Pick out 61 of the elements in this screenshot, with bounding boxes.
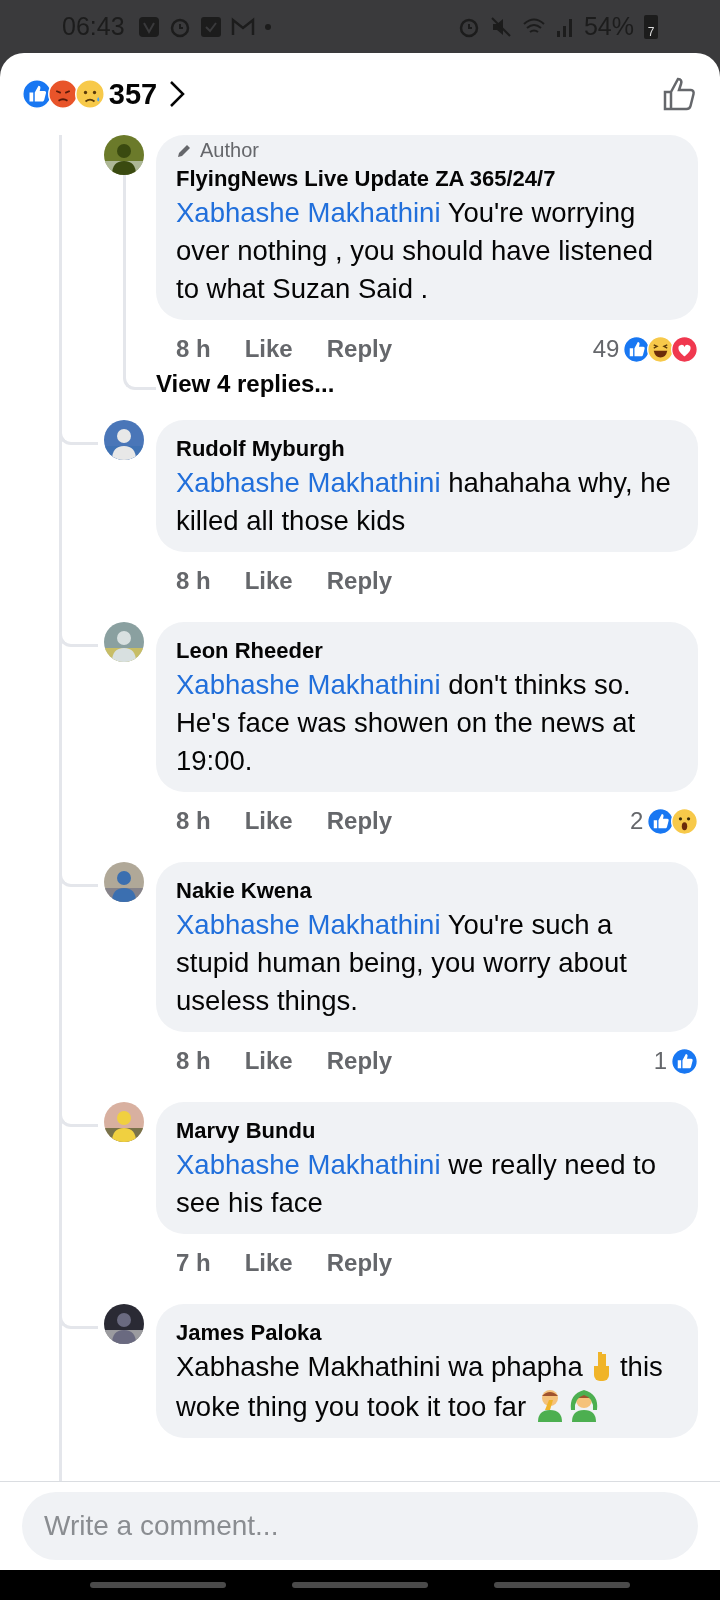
mention-link[interactable]: Xabhashe Makhathini: [176, 197, 441, 228]
author-label: Author: [200, 139, 259, 162]
like-icon: [22, 79, 52, 109]
mute-icon: [489, 15, 512, 38]
angry-icon: [48, 79, 79, 109]
wow-icon: [671, 807, 698, 835]
comment-text: Xabhashe Makhathini You're such a stupid human being, you worry about useless things.: [176, 908, 628, 1018]
comment-time: 8 h: [176, 335, 211, 363]
reaction-total[interactable]: 357: [108, 77, 158, 111]
comment-text: Xabhashe Makhathini wa phapha this woke thing you took it too far: [176, 1349, 664, 1424]
like-icon: [671, 1047, 698, 1075]
nav-pill[interactable]: [292, 1582, 428, 1588]
thumbs-up-icon[interactable]: [662, 76, 698, 112]
comment-field[interactable]: Write a comment...: [22, 1492, 698, 1560]
commenter-name[interactable]: Leon Rheeder: [176, 636, 678, 666]
pencil-icon: [176, 142, 192, 159]
battery-icon: 7: [644, 14, 658, 39]
view-replies-link[interactable]: View 4 replies...: [156, 370, 698, 398]
mail-icon: [230, 16, 255, 37]
comment-time: 8 h: [176, 1047, 211, 1075]
like-link[interactable]: Like: [244, 335, 293, 363]
reaction-count: 2: [629, 807, 644, 835]
reply-link[interactable]: Reply: [326, 1047, 393, 1075]
like-icon: [623, 335, 651, 363]
reply-link[interactable]: Reply: [326, 1249, 393, 1277]
comment-time: 8 h: [176, 807, 211, 835]
comment-time: 8 h: [176, 567, 211, 595]
mention-link[interactable]: Xabhashe Makhathini: [176, 909, 441, 940]
like-link[interactable]: Like: [244, 1047, 293, 1075]
reply-link[interactable]: Reply: [326, 567, 393, 595]
nav-pill[interactable]: [494, 1582, 630, 1588]
comment-text: Xabhashe Makhathini we really need to see his face: [176, 1148, 658, 1220]
mention-link[interactable]: Xabhashe Makhathini: [176, 467, 441, 498]
app-icon: [138, 16, 159, 37]
like-link[interactable]: Like: [244, 807, 293, 835]
dot-icon: [264, 23, 271, 30]
chevron-right-icon[interactable]: [169, 80, 186, 108]
mention-link[interactable]: Xabhashe Makhathini: [176, 669, 441, 700]
like-icon: [647, 807, 675, 835]
love-icon: [671, 335, 698, 363]
reply-link[interactable]: Reply: [326, 335, 393, 363]
comment-text: Xabhashe Makhathini hahahaha why, he killed all those kids: [176, 466, 672, 538]
commenter-name[interactable]: FlyingNews Live Update ZA 365/24/7: [176, 164, 678, 194]
haha-icon: [647, 335, 675, 363]
reply-link[interactable]: Reply: [326, 807, 393, 835]
signal-icon: [555, 16, 574, 37]
like-link[interactable]: Like: [244, 1249, 293, 1277]
mention-link[interactable]: Xabhashe Makhathini: [176, 1149, 441, 1180]
reaction-count: 1: [653, 1047, 667, 1075]
sad-icon: [74, 79, 105, 109]
comment-text: Xabhashe Makhathini don't thinks so. He's face was showen on the news at 19:00.: [176, 668, 637, 778]
nav-pill[interactable]: [90, 1582, 226, 1588]
comment-text: Xabhashe Makhathini You're worrying over nothing , you should have listened to what Suzan Said .: [176, 196, 654, 306]
commenter-name[interactable]: James Paloka: [176, 1318, 678, 1348]
like-link[interactable]: Like: [244, 567, 293, 595]
reaction-count: 49: [592, 335, 620, 363]
commenter-name[interactable]: Nakie Kwena: [176, 876, 678, 906]
commenter-name[interactable]: Rudolf Myburgh: [176, 434, 678, 464]
comment-time: 7 h: [176, 1249, 211, 1277]
commenter-name[interactable]: Marvy Bundu: [176, 1116, 678, 1146]
checkbox-icon: [200, 16, 221, 37]
